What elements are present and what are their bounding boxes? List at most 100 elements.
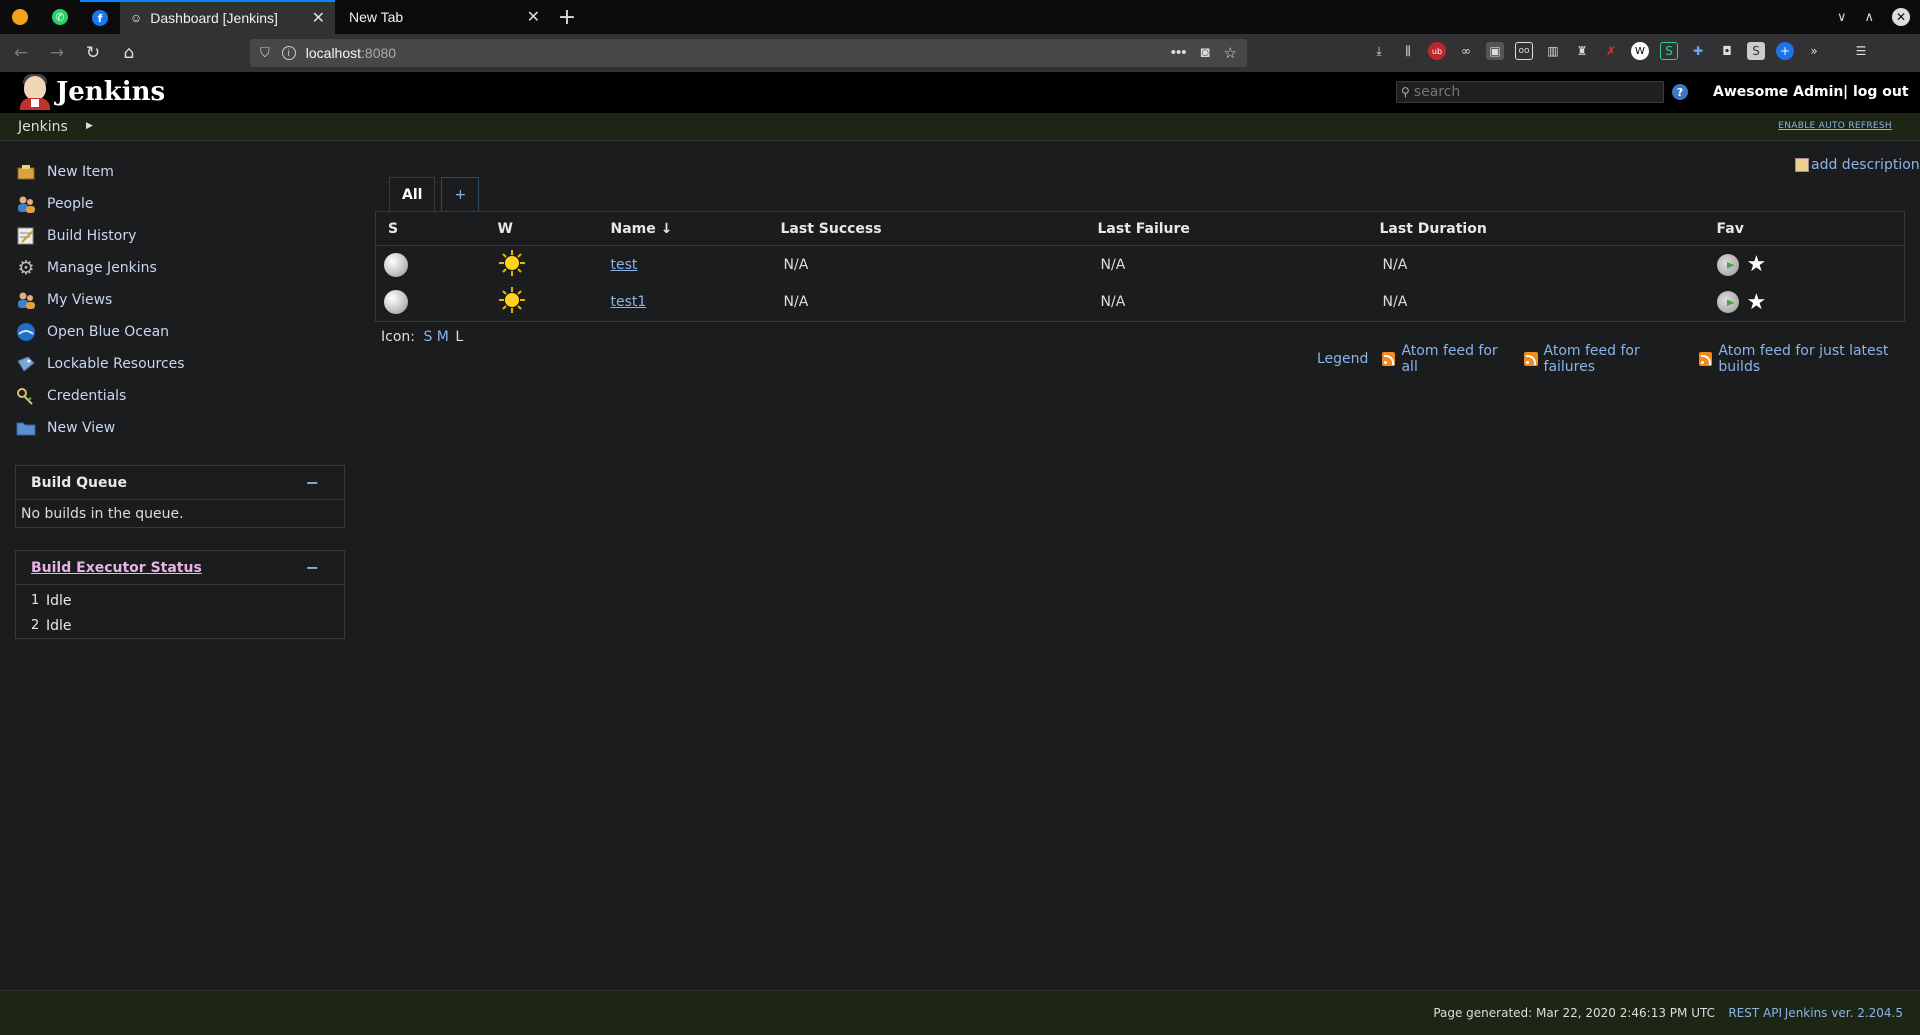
- ublock-icon[interactable]: ub: [1428, 42, 1446, 60]
- tab-all[interactable]: All: [389, 177, 436, 211]
- feed-all-link[interactable]: Atom feed for all: [1401, 343, 1510, 375]
- sidebar-item-label[interactable]: Manage Jenkins: [47, 260, 157, 276]
- sidebar-item-open-blue-ocean[interactable]: Open Blue Ocean: [15, 316, 345, 348]
- list-tabs-icon[interactable]: ∨: [1837, 10, 1847, 25]
- new-tab-button[interactable]: +: [550, 5, 584, 30]
- jenkins-logo[interactable]: Jenkins: [18, 74, 165, 110]
- user-link[interactable]: Awesome Admin: [1713, 84, 1843, 100]
- sidebar-item-label[interactable]: New Item: [47, 164, 114, 180]
- executor-status-pane: Build Executor Status − 1 Idle 2 Idle: [15, 550, 345, 639]
- tracking-shield-icon[interactable]: ⛉: [260, 45, 270, 61]
- executor-status-link[interactable]: Build Executor Status: [31, 560, 202, 576]
- icon-size-m[interactable]: M: [437, 329, 449, 345]
- sidebar-item-label[interactable]: People: [47, 196, 94, 212]
- close-tab-icon[interactable]: ✕: [527, 7, 540, 27]
- job-link[interactable]: test: [611, 257, 638, 273]
- sidebar-item-label[interactable]: My Views: [47, 292, 112, 308]
- column-fav[interactable]: Fav: [1716, 211, 1905, 246]
- site-info-icon[interactable]: i: [281, 46, 296, 60]
- extension-doc-icon[interactable]: S: [1747, 42, 1765, 60]
- browser-tab-new-tab[interactable]: New Tab ✕: [335, 0, 550, 34]
- rest-api-link[interactable]: REST API: [1728, 1006, 1782, 1020]
- search-box: ⚲: [1396, 81, 1664, 103]
- logout-link[interactable]: | log out: [1843, 84, 1909, 100]
- column-last-duration[interactable]: Last Duration: [1379, 211, 1717, 246]
- breadcrumb-jenkins[interactable]: Jenkins: [18, 119, 68, 135]
- search-input[interactable]: [1413, 84, 1654, 100]
- extension-w-icon[interactable]: W: [1631, 42, 1649, 60]
- jenkins-version-link[interactable]: Jenkins ver. 2.204.5: [1785, 1006, 1903, 1020]
- feed-failures-link[interactable]: Atom feed for failures: [1544, 343, 1686, 375]
- breadcrumb-arrow-icon[interactable]: ▶: [86, 121, 93, 131]
- minimize-icon[interactable]: ∧: [1864, 10, 1874, 25]
- pinned-tab-whatsapp[interactable]: ✆: [40, 0, 80, 34]
- sidebar-item-label[interactable]: Credentials: [47, 388, 126, 404]
- collapse-icon[interactable]: −: [306, 473, 319, 492]
- column-last-success[interactable]: Last Success: [780, 211, 1098, 246]
- home-icon[interactable]: ⌂: [114, 38, 144, 68]
- pocket-icon[interactable]: ◙: [1200, 44, 1209, 62]
- sidebar-item-new-item[interactable]: New Item: [15, 156, 345, 188]
- jenkins-butler-icon: [18, 74, 52, 110]
- extension-container-icon[interactable]: ▣: [1486, 42, 1504, 60]
- sidebar-item-label[interactable]: Open Blue Ocean: [47, 324, 169, 340]
- job-link[interactable]: test1: [611, 294, 647, 310]
- icon-size-s[interactable]: S: [423, 329, 432, 345]
- hamburger-menu-icon[interactable]: ☰: [1852, 42, 1870, 60]
- overflow-menu-icon[interactable]: »: [1805, 42, 1823, 60]
- sidebar-item-manage-jenkins[interactable]: ⚙ Manage Jenkins: [15, 252, 345, 284]
- column-last-failure[interactable]: Last Failure: [1097, 211, 1380, 246]
- sidebar-item-people[interactable]: People: [15, 188, 345, 220]
- column-weather[interactable]: W: [497, 211, 611, 246]
- enable-auto-refresh-link[interactable]: ENABLE AUTO REFRESH: [1778, 121, 1892, 131]
- pinned-tab-1[interactable]: [0, 0, 40, 34]
- extension-puzzle-icon[interactable]: ✚: [1689, 42, 1707, 60]
- sidebar-item-my-views[interactable]: My Views: [15, 284, 345, 316]
- collapse-icon[interactable]: −: [306, 558, 319, 577]
- sidebar-item-build-history[interactable]: Build History: [15, 220, 345, 252]
- window-close-icon[interactable]: ✕: [1892, 8, 1910, 26]
- help-icon[interactable]: ?: [1672, 84, 1688, 100]
- extension-dark-reader-icon[interactable]: oo: [1515, 42, 1533, 60]
- extension-plus-icon[interactable]: +: [1776, 42, 1794, 60]
- column-status[interactable]: S: [375, 211, 498, 246]
- bookmark-star-icon[interactable]: ☆: [1224, 44, 1237, 62]
- schedule-build-icon[interactable]: [1716, 253, 1739, 276]
- feed-latest-link[interactable]: Atom feed for just latest builds: [1718, 343, 1920, 375]
- extension-glasses-icon[interactable]: ∞: [1457, 42, 1475, 60]
- feed-all[interactable]: Atom feed for all: [1382, 343, 1510, 375]
- sidebar-item-lockable-resources[interactable]: Lockable Resources: [15, 348, 345, 380]
- close-tab-icon[interactable]: ✕: [312, 8, 325, 28]
- favorite-star-icon[interactable]: ★: [1747, 252, 1767, 277]
- add-description[interactable]: add description: [1795, 157, 1920, 173]
- favorite-star-icon[interactable]: ★: [1747, 290, 1767, 315]
- back-icon[interactable]: ←: [6, 38, 36, 68]
- pinned-tab-facebook[interactable]: f: [80, 0, 120, 34]
- sidebar-item-credentials[interactable]: Credentials: [15, 380, 345, 412]
- page-actions-icon[interactable]: •••: [1171, 44, 1187, 62]
- legend-link[interactable]: Legend: [1317, 351, 1368, 367]
- reload-icon[interactable]: ↻: [78, 38, 108, 68]
- sidebar-item-label[interactable]: New View: [47, 420, 115, 436]
- column-name[interactable]: Name ↓: [610, 211, 781, 246]
- tab-add-view[interactable]: +: [441, 177, 480, 211]
- extension-tampermonkey-icon[interactable]: ♜: [1573, 42, 1591, 60]
- sidebar-item-label[interactable]: Lockable Resources: [47, 356, 185, 372]
- sidebar-item-label[interactable]: Build History: [47, 228, 136, 244]
- browser-tab-dashboard[interactable]: ☺ Dashboard [Jenkins] ✕: [120, 0, 335, 34]
- forward-icon[interactable]: →: [42, 38, 72, 68]
- icon-size-label: Icon:: [381, 329, 415, 345]
- url-bar[interactable]: ⛉ i localhost:8080 ••• ◙ ☆: [250, 39, 1247, 67]
- extension-cross-icon[interactable]: ✗: [1602, 42, 1620, 60]
- library-icon[interactable]: ⫼: [1399, 42, 1417, 60]
- browser-nav-bar: ← → ↻ ⌂ ⛉ i localhost:8080 ••• ◙ ☆ ⤓ ⫼ u…: [0, 34, 1920, 72]
- extension-grid-icon[interactable]: ▥: [1544, 42, 1562, 60]
- add-description-link[interactable]: add description: [1811, 157, 1920, 173]
- feed-latest[interactable]: Atom feed for just latest builds: [1699, 343, 1920, 375]
- schedule-build-icon[interactable]: [1716, 291, 1739, 314]
- extension-s-icon[interactable]: S: [1660, 42, 1678, 60]
- sidebar-item-new-view[interactable]: New View: [15, 412, 345, 444]
- extension-camera-icon[interactable]: ◘: [1718, 42, 1736, 60]
- feed-failures[interactable]: Atom feed for failures: [1524, 343, 1685, 375]
- downloads-icon[interactable]: ⤓: [1370, 42, 1388, 60]
